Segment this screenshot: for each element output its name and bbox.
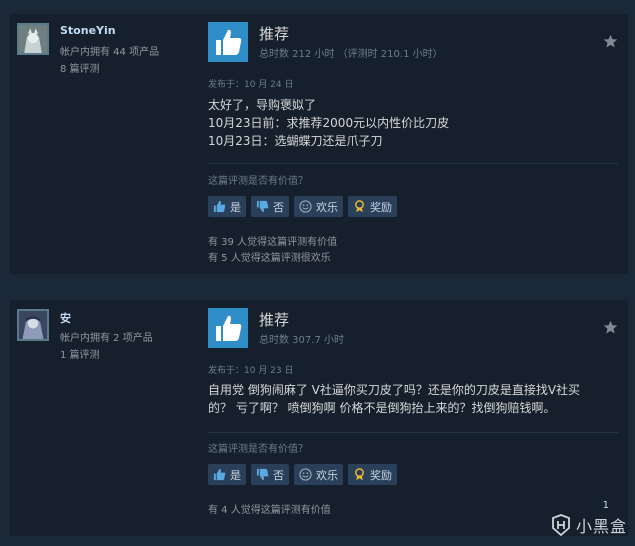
vote-funny-label: 欢乐	[316, 200, 338, 214]
award-label: 奖励	[370, 200, 392, 214]
review-body: 太好了，导购褒姒了 10月23日前：求推荐2000元以内性价比刀皮 10月23日…	[208, 96, 508, 150]
award-icon	[353, 468, 366, 481]
vote-no-button[interactable]: 否	[251, 464, 289, 485]
smiley-icon	[299, 468, 312, 481]
watermark-text: 小黑盒	[575, 517, 627, 536]
author-name[interactable]: StoneYin	[60, 24, 116, 37]
helpful-count: 有 39 人觉得这篇评测有价值	[208, 237, 338, 248]
vote-yes-button[interactable]: 是	[208, 464, 246, 485]
thumbs-down-icon	[256, 468, 269, 481]
vote-buttons: 是 否 欢乐 奖励	[208, 464, 397, 485]
vote-funny-button[interactable]: 欢乐	[294, 196, 343, 217]
helpful-count: 有 4 人觉得这篇评测有价值	[208, 505, 331, 516]
vote-no-label: 否	[273, 468, 284, 482]
review-body-line: 10月23日前：求推荐2000元以内性价比刀皮	[208, 116, 450, 130]
review-body-line: 的？ 亏了啊？ 喷倒狗啊 价格不是倒狗抬上来的？找倒狗赔钱啊。	[208, 401, 556, 415]
star-icon[interactable]	[603, 34, 618, 49]
review-card: StoneYin 帐户内拥有 44 项产品 8 篇评测 推荐 总时数 212 小…	[10, 14, 628, 274]
thumbs-up-icon	[213, 200, 226, 213]
review-card: 安 帐户内拥有 2 项产品 1 篇评测 推荐 总时数 307.7 小时 发布于：…	[10, 300, 628, 536]
star-icon[interactable]	[603, 320, 618, 335]
vote-funny-label: 欢乐	[316, 468, 338, 482]
award-button[interactable]: 奖励	[348, 196, 397, 217]
watermark-count: 1	[602, 500, 609, 511]
review-verdict[interactable]: 推荐	[259, 309, 289, 330]
funny-count: 有 5 人觉得这篇评测很欢乐	[208, 253, 331, 264]
playtime-hours: 总时数 307.7 小时	[259, 335, 344, 346]
posted-date: 发布于：10 月 24 日	[208, 80, 294, 90]
playtime-hours: 总时数 212 小时 （评测时 210.1 小时）	[259, 49, 443, 60]
vote-no-label: 否	[273, 200, 284, 214]
award-button[interactable]: 奖励	[348, 464, 397, 485]
author-review-count[interactable]: 1 篇评测	[60, 346, 100, 361]
review-body-line: 自用党 倒狗闹麻了 V社逼你买刀皮了吗？还是你的刀皮是直接找V社买	[208, 383, 581, 397]
review-verdict[interactable]: 推荐	[259, 23, 289, 44]
review-body: 自用党 倒狗闹麻了 V社逼你买刀皮了吗？还是你的刀皮是直接找V社买 的？ 亏了啊…	[208, 381, 618, 417]
author-products[interactable]: 帐户内拥有 2 项产品	[60, 329, 153, 344]
vote-buttons: 是 否 欢乐 奖励	[208, 196, 397, 217]
author-name[interactable]: 安	[60, 310, 71, 326]
avatar[interactable]	[17, 23, 49, 55]
vote-no-button[interactable]: 否	[251, 196, 289, 217]
smiley-icon	[299, 200, 312, 213]
vote-yes-label: 是	[230, 200, 241, 214]
heybox-logo-icon	[550, 514, 572, 536]
thumbs-up-icon	[208, 22, 248, 62]
watermark: 小黑盒	[550, 513, 627, 537]
author-products[interactable]: 帐户内拥有 44 项产品	[60, 43, 159, 58]
author-review-count[interactable]: 8 篇评测	[60, 60, 100, 75]
posted-date: 发布于：10 月 23 日	[208, 366, 294, 376]
avatar[interactable]	[17, 309, 49, 341]
helpful-question: 这篇评测是否有价值？	[208, 176, 308, 187]
thumbs-up-icon	[208, 308, 248, 348]
award-label: 奖励	[370, 468, 392, 482]
review-body-line: 太好了，导购褒姒了	[208, 98, 317, 112]
vote-yes-button[interactable]: 是	[208, 196, 246, 217]
vote-yes-label: 是	[230, 468, 241, 482]
divider	[208, 432, 618, 433]
thumbs-down-icon	[256, 200, 269, 213]
helpful-question: 这篇评测是否有价值？	[208, 444, 308, 455]
award-icon	[353, 200, 366, 213]
vote-funny-button[interactable]: 欢乐	[294, 464, 343, 485]
thumbs-up-icon	[213, 468, 226, 481]
divider	[208, 163, 618, 164]
review-body-line: 10月23日：选蝴蝶刀还是爪子刀	[208, 134, 383, 148]
